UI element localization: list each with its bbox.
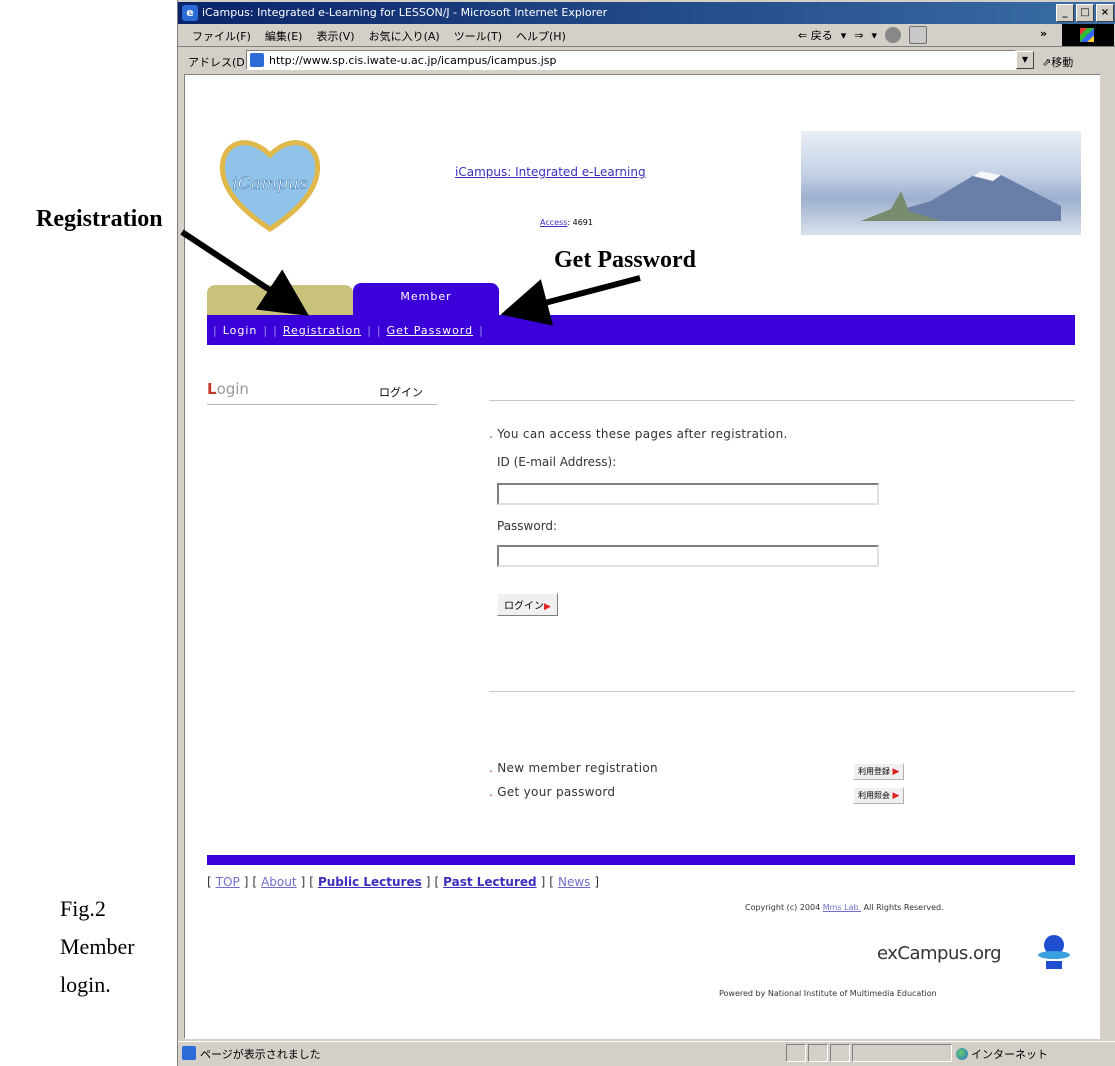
stop-icon[interactable] <box>885 27 901 43</box>
site-title: iCampus: Integrated e-Learning <box>455 165 646 179</box>
get-password-button[interactable]: 利用照会 ▶ <box>853 787 905 804</box>
subnav-get-password[interactable]: Get Password <box>387 324 473 337</box>
icampus-logo: iCampus <box>219 140 321 232</box>
login-button[interactable]: ログイン▶ <box>497 593 558 616</box>
menu-tools[interactable]: ツール(T) <box>454 28 502 44</box>
go-button[interactable]: ⇗移動 <box>1042 54 1073 70</box>
back-button[interactable]: ⇐ 戻る <box>798 27 833 43</box>
forward-arrow-icon[interactable]: ⇒ <box>854 29 863 42</box>
svg-text:iCampus: iCampus <box>232 174 308 194</box>
menu-favorites[interactable]: お気に入り(A) <box>369 28 440 44</box>
address-bar: アドレス(D) http://www.sp.cis.iwate-u.ac.jp/… <box>178 48 1115 72</box>
status-panel <box>830 1044 850 1062</box>
annotation-registration: Registration <box>36 206 163 232</box>
site-subtitle-link[interactable]: Integrated e-Learning <box>515 165 645 179</box>
id-input[interactable] <box>497 483 879 505</box>
copyright: Copyright (c) 2004 Mms Lab. All Rights R… <box>745 903 944 912</box>
menu-view[interactable]: 表示(V) <box>316 28 354 44</box>
window-controls: _ □ × <box>1056 4 1114 22</box>
footer-links: [TOP] [About] [Public Lectures] [Past Le… <box>207 875 600 889</box>
toolbar-more-chevron[interactable]: » <box>1040 27 1047 40</box>
page-content: iCampus iCampus: Integrated e-Learning A… <box>184 74 1102 1039</box>
menu-help[interactable]: ヘルプ(H) <box>516 28 566 44</box>
mountain-image <box>861 171 1061 221</box>
subnav-login[interactable]: Login <box>223 324 258 337</box>
status-panel <box>786 1044 806 1062</box>
arrow-right-icon: ▶ <box>892 767 900 777</box>
status-bar: ページが表示されました インターネット <box>178 1041 1115 1065</box>
annotation-get-password: Get Password <box>554 247 696 273</box>
new-member-button[interactable]: 利用登録 ▶ <box>853 763 905 780</box>
footer-link-news[interactable]: News <box>558 875 590 889</box>
divider-top <box>489 400 1075 401</box>
title-bar: e iCampus: Integrated e-Learning for LES… <box>178 2 1115 24</box>
footer-link-public-lectures[interactable]: Public Lectures <box>318 875 422 889</box>
access-counter: Access: 4691 <box>540 218 593 227</box>
site-title-link[interactable]: iCampus <box>455 165 507 179</box>
refresh-icon[interactable] <box>909 26 927 44</box>
subnav-registration[interactable]: Registration <box>283 324 361 337</box>
back-dropdown-icon[interactable]: ▾ <box>841 29 847 42</box>
address-label: アドレス(D) <box>188 56 250 69</box>
tab-member[interactable]: Member <box>353 283 499 315</box>
menu-file[interactable]: ファイル(F) <box>192 28 251 44</box>
nav-toolbar: ⇐ 戻る ▾ ⇒ ▾ <box>798 26 927 44</box>
powered-by: Powered by National Institute of Multime… <box>719 989 937 998</box>
tab-guest[interactable]: Guest <box>207 285 353 315</box>
password-label: Password: <box>497 519 558 533</box>
login-note: . You can access these pages after regis… <box>489 427 788 441</box>
arrow-right-icon: ▶ <box>892 791 900 801</box>
new-member-text: . New member registration <box>489 761 658 775</box>
access-count: : 4691 <box>567 218 593 227</box>
nime-logo-icon <box>1038 935 1070 969</box>
status-message: ページが表示されました <box>200 1048 321 1061</box>
status-panel <box>808 1044 828 1062</box>
footer-bar <box>207 855 1075 865</box>
id-label: ID (E-mail Address): <box>497 455 617 469</box>
excampus-logo-text: exCampus.org <box>877 943 1002 964</box>
mms-lab-link[interactable]: Mms Lab. <box>823 903 861 912</box>
forward-dropdown-icon[interactable]: ▾ <box>871 29 877 42</box>
footer-link-about[interactable]: About <box>261 875 296 889</box>
footer-link-top[interactable]: TOP <box>216 875 240 889</box>
security-zone: インターネット <box>956 1046 1048 1062</box>
login-heading-jp: ログイン <box>379 386 423 399</box>
address-input[interactable]: http://www.sp.cis.iwate-u.ac.jp/icampus/… <box>246 50 1016 70</box>
page-icon <box>250 53 264 67</box>
window-title: iCampus: Integrated e-Learning for LESSO… <box>202 6 608 19</box>
menu-edit[interactable]: 編集(E) <box>265 28 303 44</box>
browser-window: e iCampus: Integrated e-Learning for LES… <box>177 0 1115 1066</box>
figure-caption: Fig.2 Member login. <box>60 896 135 997</box>
header-photo <box>801 131 1081 235</box>
member-subnav: | Login | | Registration | | Get Passwor… <box>207 315 1075 345</box>
ie-icon: e <box>182 5 198 21</box>
login-heading-en: Login <box>207 380 249 398</box>
status-page-icon <box>182 1046 196 1060</box>
globe-icon <box>956 1048 968 1060</box>
footer-link-past-lectured[interactable]: Past Lectured <box>443 875 536 889</box>
login-section-heading: Login ログイン <box>207 380 437 405</box>
close-button[interactable]: × <box>1096 4 1114 22</box>
address-dropdown-icon[interactable]: ▼ <box>1016 51 1034 69</box>
menu-bar: ファイル(F) 編集(E) 表示(V) お気に入り(A) ツール(T) ヘルプ(… <box>178 24 1115 47</box>
get-password-text: . Get your password <box>489 785 616 799</box>
windows-flag-icon <box>1080 28 1094 42</box>
minimize-button[interactable]: _ <box>1056 4 1074 22</box>
address-url: http://www.sp.cis.iwate-u.ac.jp/icampus/… <box>269 54 557 67</box>
divider-bottom <box>489 691 1075 692</box>
maximize-button[interactable]: □ <box>1076 4 1094 22</box>
vertical-scrollbar[interactable] <box>1100 74 1115 1039</box>
arrow-right-icon: ▶ <box>544 602 551 612</box>
password-input[interactable] <box>497 545 879 567</box>
access-link[interactable]: Access <box>540 218 567 227</box>
status-panel <box>852 1044 952 1062</box>
windows-logo <box>1062 24 1114 46</box>
